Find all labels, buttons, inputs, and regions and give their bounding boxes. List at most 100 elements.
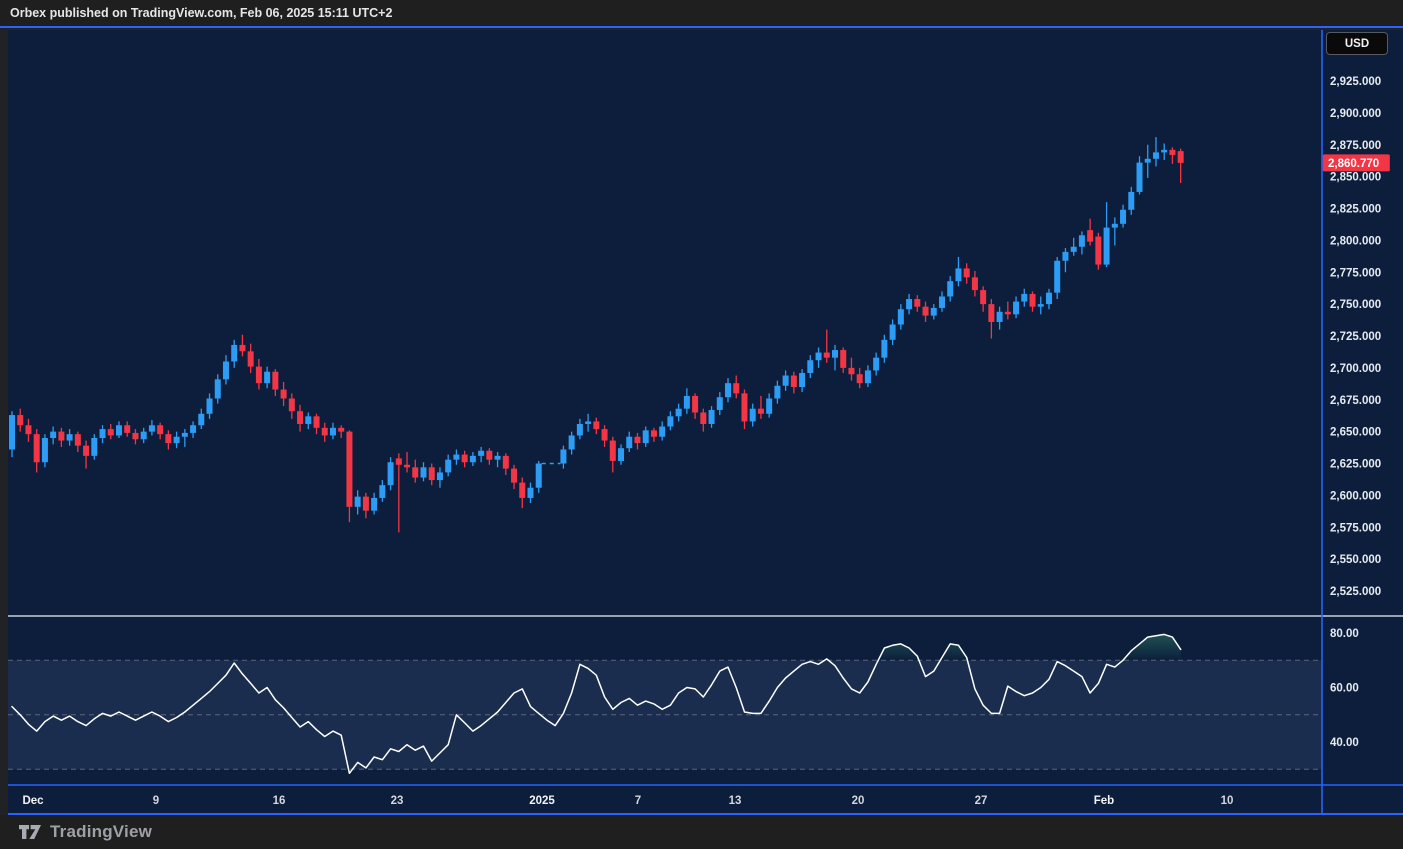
candle-body	[923, 307, 929, 316]
candle-body	[495, 456, 501, 460]
price-tick-label: 2,700.000	[1330, 363, 1381, 375]
candle-body	[758, 409, 764, 414]
candle-body	[124, 425, 130, 433]
candle-body	[980, 290, 986, 304]
candle-body	[602, 429, 608, 440]
candle-body	[470, 456, 476, 462]
candle-body	[1038, 304, 1044, 307]
candle-body	[371, 498, 377, 511]
candle-body	[91, 438, 97, 456]
price-axis-layer[interactable]: 2,925.0002,900.0002,875.0002,850.0002,82…	[1330, 76, 1381, 598]
candle-body	[840, 350, 846, 368]
candle-body	[816, 353, 822, 361]
candle-body	[42, 438, 48, 462]
candle-body	[305, 416, 311, 424]
candle-body	[857, 374, 863, 383]
price-tick-label: 2,725.000	[1330, 331, 1381, 343]
candle-body	[379, 485, 385, 498]
rsi-tick-label: 80.00	[1330, 628, 1359, 640]
candle-body	[519, 483, 525, 498]
candle-body	[593, 421, 599, 429]
candle-body	[964, 268, 970, 277]
candle-body	[659, 427, 665, 437]
candle-body	[643, 430, 649, 443]
candle-body	[1161, 150, 1167, 153]
candle-body	[914, 299, 920, 307]
candle-body	[256, 367, 262, 384]
candle-body	[1087, 230, 1093, 241]
rsi-axis-layer[interactable]: 80.0060.0040.00	[1330, 628, 1359, 749]
price-rsi-chart-svg[interactable]: 2,925.0002,900.0002,875.0002,850.0002,82…	[8, 30, 1403, 815]
rsi-tick-label: 60.00	[1330, 683, 1359, 695]
candle-body	[1137, 163, 1143, 192]
time-tick-label: 9	[153, 795, 159, 807]
time-axis-layer[interactable]: Dec9162320257132027Feb10	[22, 795, 1233, 807]
candle-body	[388, 462, 394, 485]
time-tick-label: 27	[975, 795, 988, 807]
candle-body	[330, 428, 336, 436]
candle-body	[947, 281, 953, 296]
candle-body	[83, 446, 89, 456]
time-tick-label: 20	[852, 795, 865, 807]
candle-body	[717, 397, 723, 410]
candle-body	[890, 325, 896, 340]
candle-body	[988, 304, 994, 322]
candle-body	[198, 414, 204, 425]
candle-body	[651, 430, 657, 436]
tradingview-brand-text[interactable]: TradingView	[50, 822, 152, 842]
candle-body	[1095, 237, 1101, 265]
candle-body	[1104, 228, 1110, 265]
candle-body	[421, 467, 427, 477]
currency-toggle-button[interactable]: USD	[1326, 32, 1388, 55]
candle-body	[560, 449, 566, 463]
price-tick-label: 2,825.000	[1330, 204, 1381, 216]
candle-body	[1013, 302, 1019, 315]
candle-body	[437, 472, 443, 480]
candle-body	[807, 360, 813, 373]
candle-body	[58, 432, 64, 441]
candle-body	[25, 425, 31, 434]
candle-body	[585, 421, 591, 424]
candle-body	[215, 379, 221, 398]
candle-body	[67, 434, 73, 440]
price-tick-label: 2,875.000	[1330, 140, 1381, 152]
candle-body	[264, 372, 270, 383]
candle-body	[906, 299, 912, 309]
price-tick-label: 2,800.000	[1330, 235, 1381, 247]
candle-body	[1120, 210, 1126, 224]
candle-body	[412, 467, 418, 477]
candle-body	[626, 437, 632, 448]
candle-body	[363, 497, 369, 511]
footer-bar: TradingView	[0, 815, 1403, 849]
candle-body	[1021, 294, 1027, 302]
candle-body	[1128, 192, 1134, 210]
price-tick-label: 2,900.000	[1330, 108, 1381, 120]
time-tick-label: 2025	[529, 795, 555, 807]
candle-body	[898, 309, 904, 324]
candle-body	[207, 398, 213, 413]
candle-body	[1030, 294, 1036, 307]
candle-body	[322, 428, 328, 436]
candle-body	[75, 434, 81, 445]
time-tick-label: 10	[1221, 795, 1234, 807]
candle-body	[1005, 312, 1011, 315]
candle-body	[34, 434, 40, 462]
tradingview-logo-icon[interactable]	[18, 823, 42, 841]
candle-body	[239, 345, 245, 351]
candle-body	[314, 416, 320, 427]
candle-body	[610, 441, 616, 461]
candle-body	[684, 396, 690, 409]
price-tick-label: 2,550.000	[1330, 554, 1381, 566]
chart-area[interactable]: 2,925.0002,900.0002,875.0002,850.0002,82…	[8, 30, 1403, 815]
candle-body	[955, 268, 961, 281]
candle-body	[116, 425, 122, 435]
price-tick-label: 2,675.000	[1330, 395, 1381, 407]
candle-body	[709, 410, 715, 424]
candle-body	[174, 437, 180, 443]
candle-body	[783, 376, 789, 386]
candle-body	[297, 411, 303, 424]
candle-body	[1046, 293, 1052, 304]
candle-body	[223, 362, 229, 380]
candle-body	[741, 393, 747, 421]
candle-body	[931, 308, 937, 316]
